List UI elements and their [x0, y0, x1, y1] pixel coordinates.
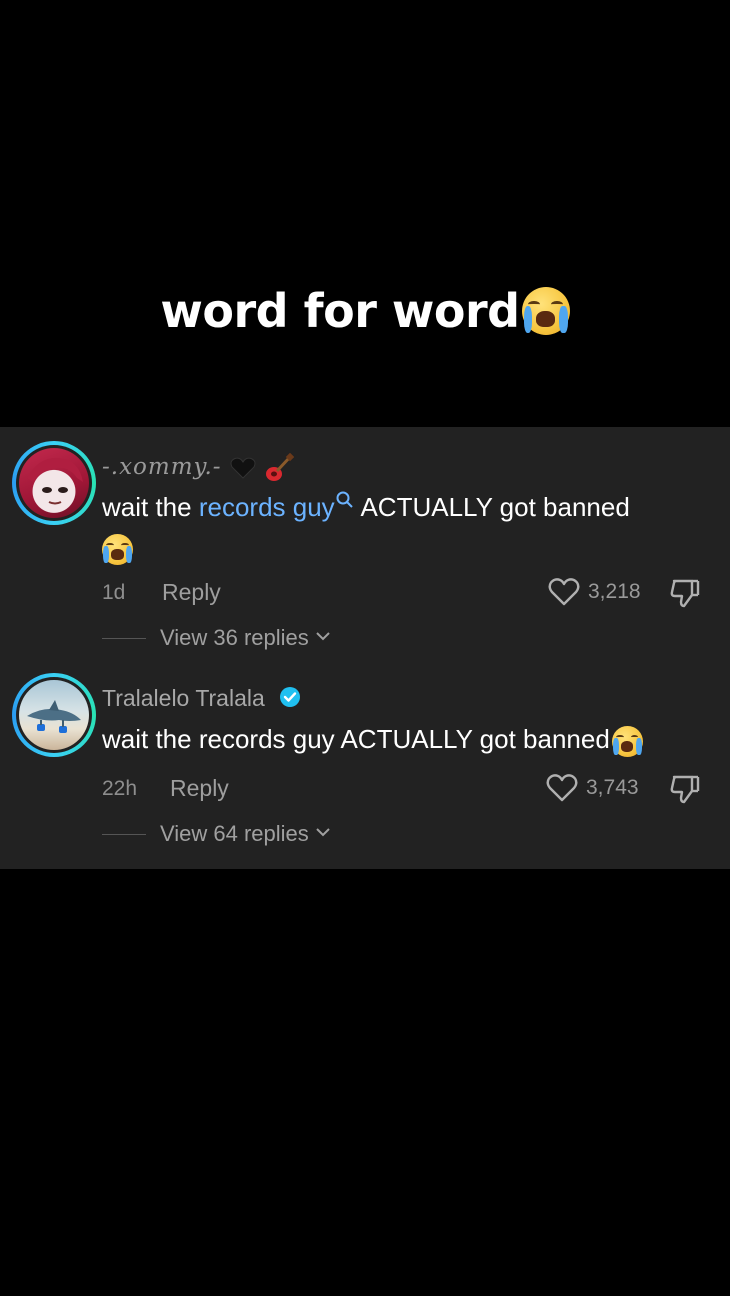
loudly-crying-emoji-icon [102, 533, 133, 565]
loudly-crying-emoji-icon [521, 287, 570, 335]
search-icon [335, 491, 355, 522]
divider [102, 637, 146, 639]
chevron-down-icon [315, 629, 331, 647]
verified-badge-icon [279, 686, 301, 714]
comment-username[interactable]: -.xommy.- [102, 452, 295, 483]
comment-time: 1d [102, 581, 126, 604]
avatar-image [19, 448, 89, 518]
like-count: 3,218 [588, 580, 641, 603]
avatar[interactable] [12, 673, 96, 757]
video-caption: word for word [0, 284, 730, 338]
like-button[interactable]: 3,218 [548, 577, 641, 607]
comment-text: wait the records guy ACTUALLY got banned [102, 488, 712, 565]
chevron-down-icon [315, 825, 331, 843]
comment-text: wait the records guy ACTUALLY got banned [102, 720, 712, 758]
caption-text: word for word [160, 284, 520, 338]
guitar-icon [264, 452, 295, 481]
reply-button[interactable]: Reply [170, 775, 229, 802]
avatar-image [19, 680, 89, 750]
heart-icon [546, 773, 578, 803]
view-replies-button[interactable]: View 64 replies [102, 821, 331, 847]
heart-icon [548, 577, 580, 607]
black-heart-icon [230, 454, 264, 480]
like-button[interactable]: 3,743 [546, 773, 639, 803]
search-link[interactable]: records guy [199, 491, 355, 522]
comments-panel: -.xommy.- wait the records guy ACTUALLY … [0, 427, 730, 869]
dislike-icon[interactable] [668, 577, 702, 614]
comment-username[interactable]: Tralalelo Tralala [102, 685, 301, 714]
reply-button[interactable]: Reply [162, 579, 221, 606]
loudly-crying-emoji-icon [611, 725, 643, 757]
dislike-icon[interactable] [668, 773, 702, 810]
avatar[interactable] [12, 441, 96, 525]
like-count: 3,743 [586, 776, 639, 799]
comment-time: 22h [102, 777, 138, 800]
view-replies-button[interactable]: View 36 replies [102, 625, 331, 651]
divider [102, 833, 146, 835]
